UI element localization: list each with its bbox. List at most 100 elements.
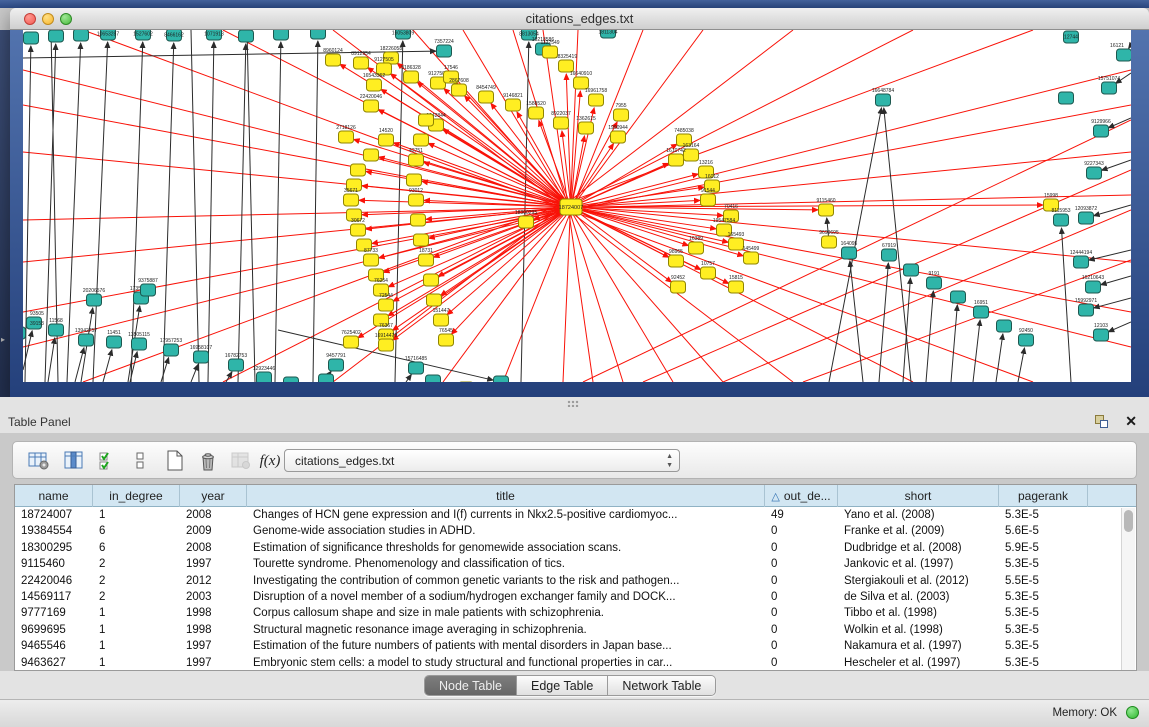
table-cell[interactable]: 5.3E-5 xyxy=(999,556,1088,572)
table-cell[interactable]: Wolkin et al. (1998) xyxy=(838,622,999,638)
table-row[interactable]: 1830029562008Estimation of significance … xyxy=(15,540,1136,556)
table-cell[interactable]: Structural magnetic resonance image aver… xyxy=(247,622,765,638)
yellow-node[interactable] xyxy=(744,252,759,264)
black-edge[interactable] xyxy=(1089,250,1131,260)
divider-grip-icon[interactable] xyxy=(567,400,579,407)
yellow-node[interactable] xyxy=(424,274,439,286)
yellow-node[interactable] xyxy=(439,334,454,346)
tab-node-table[interactable]: Node Table xyxy=(425,676,517,695)
delete-table-icon[interactable] xyxy=(194,448,222,474)
teal-node[interactable] xyxy=(79,334,94,346)
window-titlebar[interactable]: citations_edges.txt xyxy=(10,8,1149,30)
yellow-node[interactable] xyxy=(543,46,558,58)
table-cell[interactable]: 5.3E-5 xyxy=(999,589,1088,605)
yellow-node[interactable] xyxy=(611,131,626,143)
teal-node[interactable] xyxy=(997,320,1012,332)
teal-node[interactable] xyxy=(842,247,857,259)
teal-node[interactable] xyxy=(409,362,424,374)
table-cell[interactable]: 6 xyxy=(93,540,180,556)
float-window-icon[interactable] xyxy=(1095,415,1109,429)
black-edge[interactable] xyxy=(275,42,281,382)
teal-node[interactable] xyxy=(1087,167,1102,179)
yellow-node[interactable] xyxy=(589,94,604,106)
teal-node[interactable] xyxy=(194,351,209,363)
teal-node[interactable] xyxy=(1059,92,1074,104)
yellow-node[interactable] xyxy=(419,114,434,126)
teal-node[interactable] xyxy=(1094,125,1109,137)
teal-node[interactable] xyxy=(132,338,147,350)
teal-node[interactable] xyxy=(927,277,942,289)
yellow-node[interactable] xyxy=(414,134,429,146)
table-cell[interactable]: 22420046 xyxy=(15,573,93,589)
show-column-icon[interactable] xyxy=(60,448,88,474)
panel-divider[interactable] xyxy=(0,397,1149,411)
table-cell[interactable]: 19384554 xyxy=(15,523,93,539)
yellow-node[interactable] xyxy=(379,134,394,146)
black-edge[interactable] xyxy=(1108,118,1131,128)
black-edge[interactable] xyxy=(238,44,246,382)
table-cell[interactable]: 1998 xyxy=(180,605,247,621)
yellow-node[interactable] xyxy=(364,100,379,112)
table-cell[interactable]: 49 xyxy=(765,507,838,523)
teal-node[interactable] xyxy=(257,372,272,382)
teal-node[interactable] xyxy=(951,291,966,303)
table-cell[interactable]: 0 xyxy=(765,540,838,556)
yellow-node[interactable] xyxy=(669,154,684,166)
yellow-node[interactable] xyxy=(729,281,744,293)
yellow-node[interactable] xyxy=(351,164,366,176)
yellow-node[interactable] xyxy=(479,91,494,103)
table-selector-dropdown[interactable]: citations_edges.txt ▲▼ xyxy=(284,449,680,472)
column-header-short[interactable]: short xyxy=(838,485,999,507)
table-cell[interactable]: 0 xyxy=(765,523,838,539)
red-edge[interactable] xyxy=(571,91,580,207)
table-cell[interactable]: 5.6E-5 xyxy=(999,523,1088,539)
yellow-node[interactable] xyxy=(411,214,426,226)
table-cell[interactable]: Estimation of the future numbers of pati… xyxy=(247,638,765,654)
yellow-node[interactable] xyxy=(364,254,379,266)
yellow-node[interactable] xyxy=(414,234,429,246)
teal-node[interactable] xyxy=(426,375,441,382)
citation-network-graph[interactable]: 1065328715276028466162107191316053809735… xyxy=(23,30,1131,382)
black-edge[interactable] xyxy=(1094,205,1131,216)
column-header-outde[interactable]: △out_de... xyxy=(765,485,838,507)
yellow-node[interactable] xyxy=(354,57,369,69)
teal-node[interactable] xyxy=(1079,304,1094,316)
table-cell[interactable]: 18300295 xyxy=(15,540,93,556)
yellow-node[interactable] xyxy=(554,117,569,129)
yellow-node[interactable] xyxy=(452,84,467,96)
red-edge[interactable] xyxy=(441,207,571,296)
teal-node[interactable] xyxy=(494,376,509,382)
black-edge[interactable] xyxy=(996,334,1003,382)
table-cell[interactable]: 1997 xyxy=(180,655,247,671)
black-edge[interactable] xyxy=(1094,298,1131,308)
table-row[interactable]: 977716911998Corpus callosum shape and si… xyxy=(15,605,1136,621)
yellow-node[interactable] xyxy=(579,122,594,134)
teal-node[interactable] xyxy=(311,30,326,39)
tab-edge-table[interactable]: Edge Table xyxy=(517,676,608,695)
table-cell[interactable]: 18724007 xyxy=(15,507,93,523)
red-edge[interactable] xyxy=(438,207,571,276)
yellow-node[interactable] xyxy=(434,314,449,326)
network-canvas[interactable]: 1065328715276028466162107191316053809735… xyxy=(23,30,1131,382)
table-cell[interactable]: Jankovic et al. (1997) xyxy=(838,556,999,572)
black-edge[interactable] xyxy=(879,263,888,382)
table-cell[interactable]: Disruption of a novel member of a sodium… xyxy=(247,589,765,605)
black-edge[interactable] xyxy=(406,375,411,382)
teal-node[interactable] xyxy=(1117,49,1132,61)
teal-node[interactable] xyxy=(876,94,891,106)
red-edge[interactable] xyxy=(368,68,571,207)
table-cell[interactable]: Estimation of significance thresholds fo… xyxy=(247,540,765,556)
table-cell[interactable]: 0 xyxy=(765,622,838,638)
black-edge[interactable] xyxy=(926,291,933,382)
black-edge[interactable] xyxy=(973,320,980,382)
table-cell[interactable]: 5.3E-5 xyxy=(999,605,1088,621)
teal-node[interactable] xyxy=(141,284,156,296)
table-cell[interactable]: 0 xyxy=(765,638,838,654)
table-cell[interactable]: 9777169 xyxy=(15,605,93,621)
row-height-icon[interactable] xyxy=(126,448,154,474)
table-row[interactable]: 946362711997Embryonic stem cells: a mode… xyxy=(15,655,1136,671)
select-columns-icon[interactable] xyxy=(95,448,123,474)
table-cell[interactable]: Corpus callosum shape and size in male p… xyxy=(247,605,765,621)
black-edge[interactable] xyxy=(75,348,84,382)
teal-node[interactable] xyxy=(1094,329,1109,341)
